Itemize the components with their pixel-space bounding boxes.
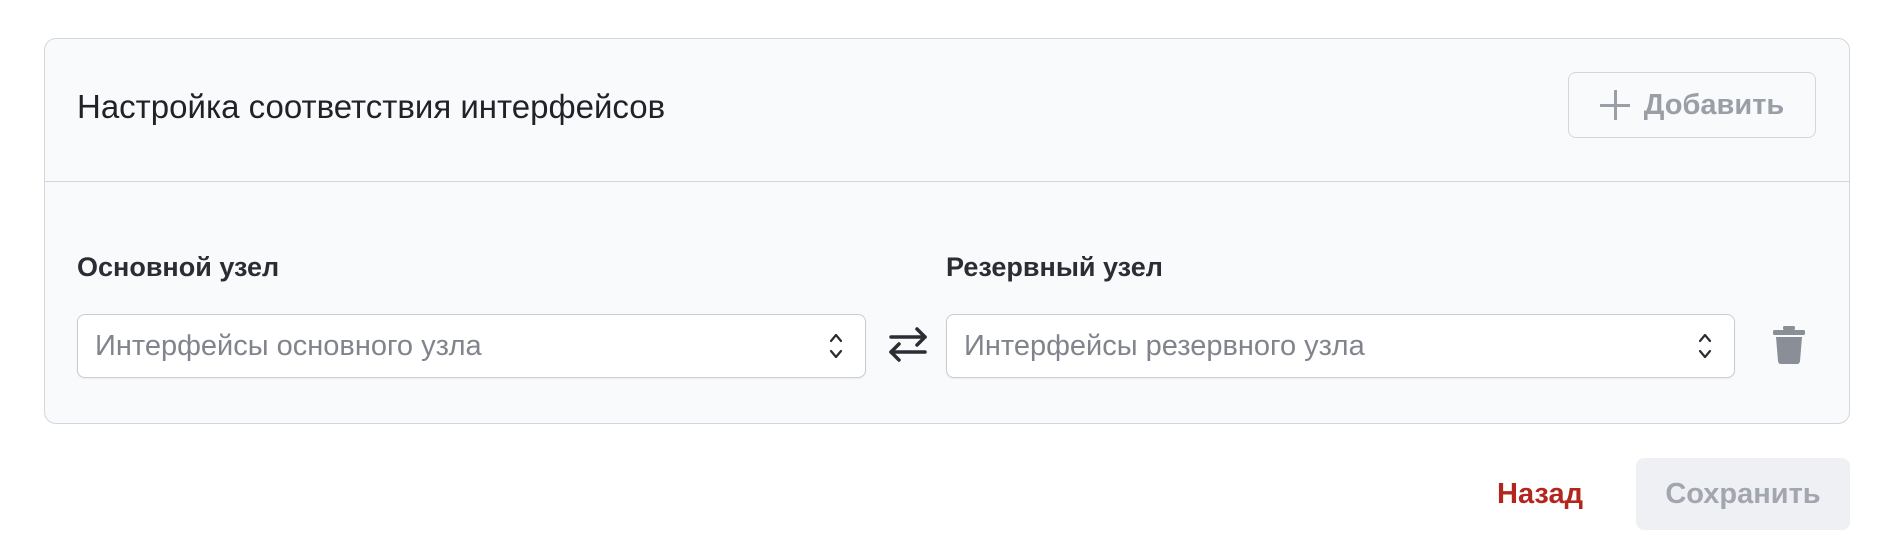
swap-arrows-icon: [889, 327, 927, 362]
panel-title: Настройка соответствия интерфейсов: [77, 88, 666, 125]
panel-header: Настройка соответствия интерфейсов Добав…: [45, 39, 1849, 182]
primary-interfaces-placeholder: Интерфейсы основного узла: [95, 329, 482, 362]
backup-interfaces-placeholder: Интерфейсы резервного узла: [964, 329, 1365, 362]
add-button-label: Добавить: [1643, 88, 1785, 121]
primary-interfaces-select[interactable]: Интерфейсы основного узла: [77, 314, 866, 378]
primary-node-label: Основной узел: [77, 252, 280, 282]
chevron-up-down-icon: [1698, 333, 1712, 359]
add-button[interactable]: Добавить: [1568, 72, 1816, 138]
backup-node-label: Резервный узел: [946, 252, 1163, 282]
plus-icon: [1599, 90, 1630, 120]
trash-icon[interactable]: [1773, 326, 1805, 364]
chevron-up-down-icon: [829, 333, 843, 359]
backup-interfaces-select[interactable]: Интерфейсы резервного узла: [946, 314, 1735, 378]
save-button[interactable]: Сохранить: [1636, 458, 1850, 530]
back-button[interactable]: Назад: [1497, 478, 1583, 511]
